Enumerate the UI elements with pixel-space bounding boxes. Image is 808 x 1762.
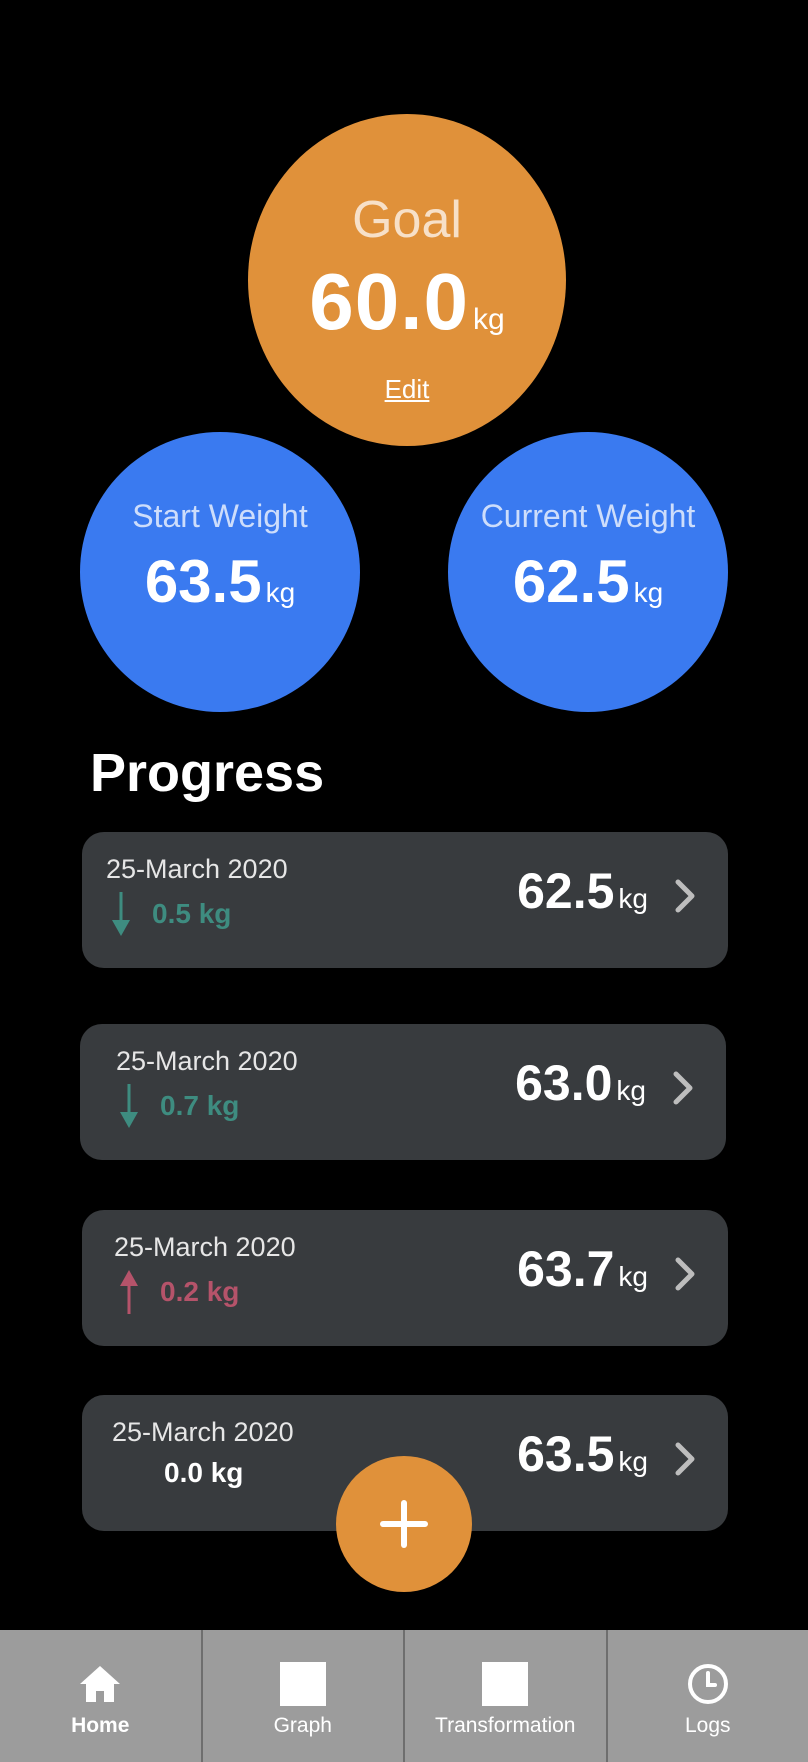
- arrow-up-icon: [120, 1270, 138, 1314]
- start-weight-unit: kg: [265, 577, 296, 608]
- entry-unit: kg: [618, 1446, 648, 1477]
- home-icon: [80, 1666, 121, 1702]
- entry-value-row: 63.5 kg: [517, 1425, 648, 1483]
- tab-bar: Home Graph Transformation Logs: [0, 1630, 808, 1762]
- chevron-right-icon: [673, 1071, 693, 1105]
- entry-delta-text: 0.2 kg: [160, 1276, 240, 1307]
- goal-value-row: 60.0 kg: [309, 256, 504, 348]
- tab-graph[interactable]: Graph: [203, 1630, 405, 1762]
- graph-icon: [279, 1662, 326, 1706]
- entry-date: 25-March 2020: [116, 1046, 298, 1076]
- entry-value: 62.5: [517, 863, 615, 919]
- goal-circle: Goal 60.0 kg Edit: [248, 114, 566, 446]
- goal-label: Goal: [352, 190, 462, 249]
- entry-delta-text: 0.0 kg: [164, 1457, 244, 1488]
- entry-delta: 0.0 kg: [164, 1457, 243, 1489]
- goal-value: 60.0: [309, 256, 469, 346]
- edit-goal-link[interactable]: Edit: [385, 374, 430, 405]
- arrow-down-icon: [120, 1084, 138, 1128]
- tab-home[interactable]: Home: [0, 1630, 203, 1762]
- transformation-icon: [482, 1662, 529, 1706]
- entry-unit: kg: [616, 1075, 646, 1106]
- chevron-right-icon: [675, 1442, 695, 1476]
- entry-delta-text: 0.5 kg: [152, 898, 232, 929]
- entry-delta: 0.7 kg: [114, 1082, 239, 1130]
- plus-icon: [380, 1500, 428, 1548]
- entry-date: 25-March 2020: [112, 1417, 294, 1447]
- current-weight-value-row: 62.5 kg: [513, 547, 663, 616]
- entry-delta-text: 0.7 kg: [160, 1090, 240, 1121]
- current-weight-value: 62.5: [512, 548, 630, 615]
- entry-delta: 0.5 kg: [106, 890, 231, 938]
- chevron-right-icon: [675, 1257, 695, 1291]
- entry-value: 63.7: [517, 1241, 615, 1297]
- entry-date: 25-March 2020: [114, 1232, 296, 1262]
- add-entry-button[interactable]: [336, 1456, 472, 1592]
- entry-value: 63.5: [517, 1426, 615, 1482]
- entry-value-row: 62.5 kg: [517, 862, 648, 920]
- chevron-right-icon: [675, 879, 695, 913]
- progress-entry[interactable]: 25-March 2020 0.5 kg 62.5 kg: [82, 832, 728, 968]
- entry-delta: 0.2 kg: [114, 1268, 239, 1316]
- entry-value-row: 63.0 kg: [515, 1054, 646, 1112]
- start-weight-value-row: 63.5 kg: [145, 547, 295, 616]
- start-weight-label: Start Weight: [132, 498, 308, 534]
- entry-unit: kg: [618, 883, 648, 914]
- start-weight-circle: Start Weight 63.5 kg: [80, 432, 360, 712]
- home-screen: Goal 60.0 kg Edit Start Weight 63.5 kg C…: [0, 0, 808, 1762]
- tab-home-label: Home: [71, 1714, 130, 1737]
- current-weight-circle: Current Weight 62.5 kg: [448, 432, 728, 712]
- progress-entry[interactable]: 25-March 2020 0.2 kg 63.7 kg: [82, 1210, 728, 1346]
- tab-transformation-label: Transformation: [435, 1714, 576, 1737]
- entry-date: 25-March 2020: [106, 854, 288, 884]
- entry-value: 63.0: [515, 1055, 613, 1111]
- current-weight-unit: kg: [633, 577, 664, 608]
- tab-logs-label: Logs: [684, 1714, 731, 1737]
- start-weight-value: 63.5: [144, 548, 262, 615]
- progress-entry[interactable]: 25-March 2020 0.7 kg 63.0 kg: [80, 1024, 726, 1160]
- clock-icon: [687, 1664, 728, 1704]
- current-weight-label: Current Weight: [480, 498, 696, 534]
- arrow-down-icon: [112, 892, 130, 936]
- tab-graph-label: Graph: [273, 1714, 332, 1737]
- entry-unit: kg: [618, 1261, 648, 1292]
- goal-unit: kg: [473, 302, 505, 336]
- tab-logs[interactable]: Logs: [608, 1630, 808, 1762]
- tab-transformation[interactable]: Transformation: [405, 1630, 608, 1762]
- entry-value-row: 63.7 kg: [517, 1240, 648, 1298]
- progress-title: Progress: [90, 743, 325, 803]
